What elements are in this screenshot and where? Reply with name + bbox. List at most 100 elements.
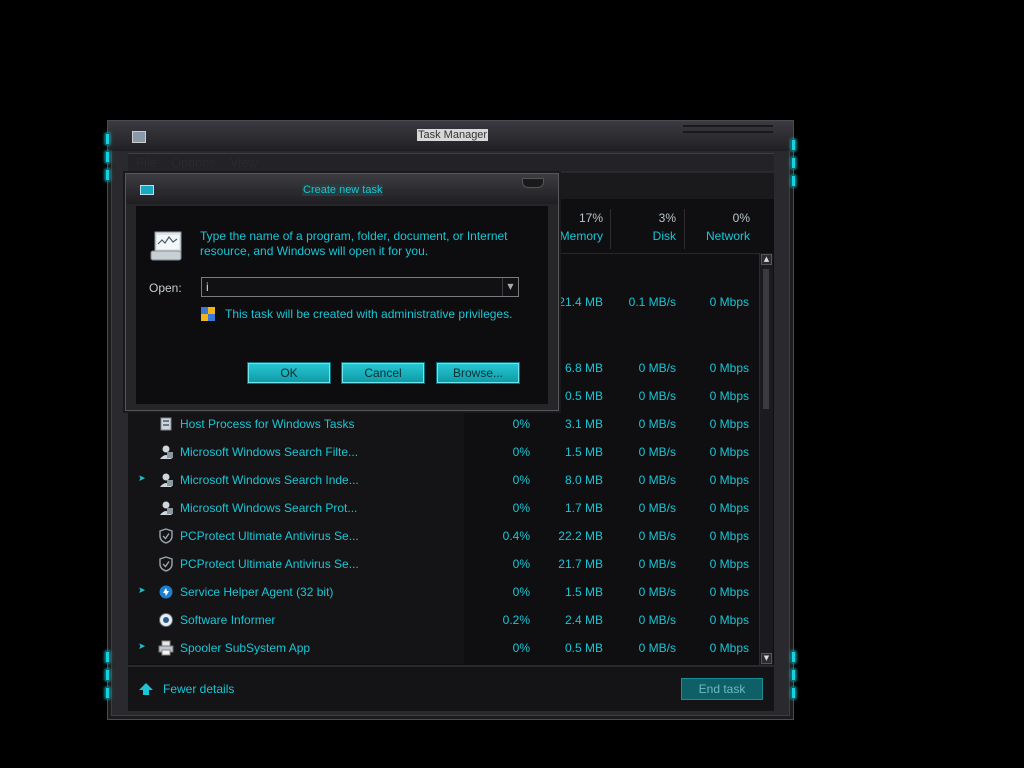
expand-arrow-icon[interactable]: ➤: [138, 641, 146, 652]
column-header-disk[interactable]: 3% Disk: [606, 211, 676, 251]
memory-cell: 1.7 MB: [564, 501, 603, 515]
task-manager-titlebar[interactable]: Task Manager: [108, 121, 793, 151]
disk-column-label: Disk: [652, 229, 676, 243]
chevron-down-icon[interactable]: ▼: [502, 278, 518, 296]
service-helper-icon: [159, 585, 173, 599]
cpu-cell: 0%: [512, 501, 530, 515]
run-app-icon: [140, 185, 154, 195]
dialog-title: Create new task: [302, 184, 384, 196]
search-protocol-icon: [160, 501, 173, 515]
process-name: Microsoft Windows Search Inde...: [180, 473, 359, 487]
shield-icon: [159, 556, 173, 572]
run-icon: [150, 231, 182, 261]
disk-cell: 0 MB/s: [638, 361, 676, 375]
disk-cell: 0 MB/s: [638, 389, 676, 403]
cpu-cell: 0%: [512, 585, 530, 599]
side-light: [791, 157, 796, 169]
cpu-cell: 0%: [512, 473, 530, 487]
fewer-details-link[interactable]: Fewer details: [163, 682, 234, 696]
table-row[interactable]: Software Informer 0.2% 2.4 MB 0 MB/s 0 Mbps: [128, 606, 764, 634]
table-row[interactable]: Microsoft Windows Search Prot... 0% 1.7 MB…: [128, 494, 764, 522]
network-column-label: Network: [705, 229, 750, 243]
chevron-up-icon[interactable]: [138, 681, 154, 697]
process-name: PCProtect Ultimate Antivirus Se...: [180, 529, 359, 543]
disk-cell: 0 MB/s: [638, 613, 676, 627]
table-row[interactable]: PCProtect Ultimate Antivirus Se... 0% 21.7…: [128, 550, 764, 578]
disk-cell: 0 MB/s: [638, 473, 676, 487]
disk-cell: 0 MB/s: [638, 417, 676, 431]
table-row[interactable]: Host Process for Windows Tasks 0% 3.1 MB 0 …: [128, 410, 764, 438]
side-light: [791, 175, 796, 187]
process-name: Service Helper Agent (32 bit): [180, 585, 334, 599]
side-light: [105, 133, 110, 145]
end-task-button[interactable]: End task: [681, 678, 763, 700]
disk-cell: 0 MB/s: [638, 585, 676, 599]
network-cell: 0 Mbps: [709, 501, 749, 515]
table-row[interactable]: ➤ Spooler SubSystem App 0% 0.5 MB 0 MB/s 0 Mb…: [128, 634, 764, 662]
disk-cell: 0 MB/s: [638, 641, 676, 655]
uac-shield-icon: [201, 307, 215, 321]
memory-cell: 2.4 MB: [564, 613, 603, 627]
disk-cell: 0 MB/s: [638, 529, 676, 543]
task-manager-title: Task Manager: [417, 129, 489, 141]
open-label: Open:: [149, 281, 182, 295]
cpu-cell: 0.4%: [502, 529, 530, 543]
menu-view[interactable]: View: [230, 155, 258, 170]
software-informer-icon: [159, 613, 173, 627]
table-row[interactable]: ➤ Service Helper Agent (32 bit) 0% 1.5 MB 0 …: [128, 578, 764, 606]
side-light: [791, 651, 796, 663]
table-row[interactable]: Microsoft Windows Search Filte... 0% 1.5 M…: [128, 438, 764, 466]
cpu-cell: 0%: [512, 641, 530, 655]
table-row[interactable]: ➤ Microsoft Windows Search Inde... 0% 8.0 M…: [128, 466, 764, 494]
expand-arrow-icon[interactable]: ➤: [138, 585, 146, 596]
network-cell: 0 Mbps: [709, 529, 749, 543]
host-process-icon: [160, 417, 172, 431]
printer-icon: [158, 640, 174, 656]
network-cell: 0 Mbps: [709, 445, 749, 459]
side-light: [105, 651, 110, 663]
cpu-cell: 0%: [512, 417, 530, 431]
dialog-message: Type the name of a program, folder, docu…: [200, 229, 508, 258]
process-name: Software Informer: [180, 613, 276, 627]
create-new-task-dialog: Create new task Type the name of a progr…: [125, 173, 559, 411]
menu-file[interactable]: File: [136, 155, 157, 170]
process-name: Microsoft Windows Search Filte...: [180, 445, 359, 459]
network-cell: 0 Mbps: [709, 389, 749, 403]
disk-cell: 0 MB/s: [638, 501, 676, 515]
close-button[interactable]: [522, 178, 544, 188]
side-light: [791, 687, 796, 699]
process-name: Host Process for Windows Tasks: [180, 417, 355, 431]
disk-cell: 0.1 MB/s: [628, 295, 676, 309]
ok-button[interactable]: OK: [247, 362, 331, 384]
scroll-down-button[interactable]: ▼: [761, 653, 772, 664]
titlebar-decoration: [683, 125, 773, 133]
expand-arrow-icon[interactable]: ➤: [138, 473, 146, 484]
side-light: [105, 669, 110, 681]
menu-bar: File Options View: [128, 153, 774, 171]
vertical-scrollbar[interactable]: ▲ ▼: [759, 253, 773, 665]
network-cell: 0 Mbps: [709, 473, 749, 487]
network-cell: 0 Mbps: [709, 613, 749, 627]
process-name: Microsoft Windows Search Prot...: [180, 501, 358, 515]
side-light: [791, 669, 796, 681]
memory-cell: 1.5 MB: [564, 585, 603, 599]
task-manager-app-icon: [132, 131, 146, 143]
scroll-up-button[interactable]: ▲: [761, 254, 772, 265]
browse-button[interactable]: Browse...: [436, 362, 520, 384]
table-row[interactable]: PCProtect Ultimate Antivirus Se... 0.4% 22…: [128, 522, 764, 550]
network-total-percent: 0%: [732, 211, 750, 225]
network-cell: 0 Mbps: [709, 417, 749, 431]
menu-options[interactable]: Options: [171, 155, 216, 170]
scroll-thumb[interactable]: [763, 269, 769, 409]
process-name: Spooler SubSystem App: [180, 641, 311, 655]
shield-icon: [159, 528, 173, 544]
process-name: PCProtect Ultimate Antivirus Se...: [180, 557, 359, 571]
open-input[interactable]: i: [201, 277, 519, 297]
dialog-titlebar[interactable]: Create new task: [126, 174, 558, 204]
cpu-cell: 0.2%: [502, 613, 530, 627]
column-header-network[interactable]: 0% Network: [680, 211, 750, 251]
cpu-cell: 0%: [512, 445, 530, 459]
memory-cell: 1.5 MB: [564, 445, 603, 459]
cancel-button[interactable]: Cancel: [341, 362, 425, 384]
side-light: [791, 139, 796, 151]
